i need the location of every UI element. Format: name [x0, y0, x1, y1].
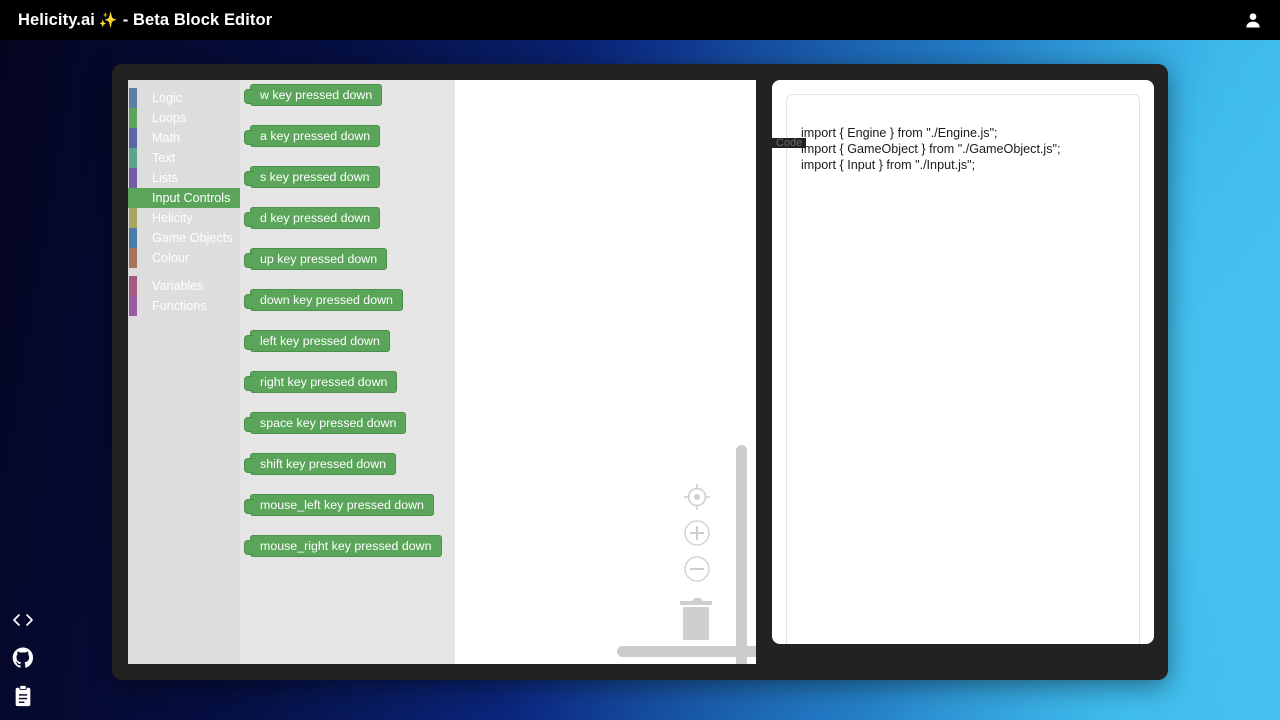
toolbox-category-label: Input Controls — [152, 191, 231, 205]
toolbox-category-label: Math — [152, 131, 180, 145]
app-title: Helicity.ai ✨ - Beta Block Editor — [18, 11, 272, 30]
app-title-main: Helicity.ai — [18, 10, 95, 29]
zoom-out-icon[interactable] — [680, 552, 714, 586]
github-icon[interactable] — [11, 646, 35, 670]
flyout-block-label: w key pressed down — [260, 88, 373, 102]
flyout-block[interactable]: s key pressed down — [244, 166, 380, 188]
blockly-toolbox[interactable]: Logic Loops Math Text Lists Input Controls Hel… — [128, 80, 240, 664]
sparkle-icon: ✨ — [98, 12, 118, 29]
editor-window: Logic Loops Math Text Lists Input Controls Hel… — [112, 64, 1168, 680]
flyout-block-label: mouse_left key pressed down — [260, 498, 424, 512]
toolbox-category-label: Text — [152, 151, 176, 165]
code-panel-legend: Code — [772, 138, 807, 148]
zoom-controls — [680, 480, 714, 588]
code-card[interactable]: import { Engine } from "./Engine.js"; im… — [786, 94, 1140, 644]
toolbox-category-label: Variables — [152, 279, 204, 293]
category-color-swatch — [129, 296, 137, 316]
flyout-block-label: down key pressed down — [260, 293, 393, 307]
category-color-swatch — [129, 148, 137, 168]
flyout-block[interactable]: right key pressed down — [243, 371, 398, 393]
flyout-block[interactable]: shift key pressed down — [243, 453, 397, 475]
toolbox-category-game-objects[interactable]: Game Objects — [128, 228, 240, 248]
flyout-block-label: left key pressed down — [260, 334, 380, 348]
zoom-in-icon[interactable] — [680, 516, 714, 550]
category-color-swatch — [129, 228, 137, 248]
flyout-block[interactable]: a key pressed down — [243, 125, 381, 147]
flyout-block-label: mouse_right key pressed down — [260, 539, 432, 553]
toolbox-category-helicity[interactable]: Helicity — [128, 208, 240, 228]
toolbox-category-label: Lists — [152, 171, 178, 185]
toolbox-category-label: Colour — [152, 251, 190, 265]
top-bar: Helicity.ai ✨ - Beta Block Editor — [0, 0, 1280, 40]
app-title-subtitle: - Beta Block Editor — [122, 10, 273, 29]
clipboard-icon[interactable] — [11, 684, 35, 708]
category-color-swatch — [129, 168, 137, 188]
blockly-canvas[interactable] — [455, 80, 756, 664]
icon-rail — [10, 608, 36, 708]
toolbox-separator — [128, 268, 240, 276]
flyout-block[interactable]: d key pressed down — [243, 207, 381, 229]
blockly-flyout[interactable]: w key pressed down a key pressed down s ke… — [240, 80, 455, 664]
flyout-block-label: a key pressed down — [260, 129, 371, 143]
category-color-swatch — [129, 128, 137, 148]
flyout-block-label: shift key pressed down — [260, 457, 387, 471]
toolbox-category-functions[interactable]: Functions — [128, 296, 240, 316]
category-color-swatch — [129, 208, 137, 228]
code-brackets-icon[interactable] — [11, 608, 35, 632]
flyout-block[interactable]: left key pressed down — [244, 330, 390, 352]
category-color-swatch — [129, 248, 137, 268]
flyout-block[interactable]: down key pressed down — [244, 289, 403, 311]
flyout-block[interactable]: up key pressed down — [243, 248, 388, 270]
canvas-vertical-scrollbar[interactable] — [736, 445, 747, 664]
toolbox-category-input-controls[interactable]: Input Controls — [128, 188, 240, 208]
toolbox-category-logic[interactable]: Logic — [128, 88, 240, 108]
blockly-workspace[interactable]: Logic Loops Math Text Lists Input Controls Hel… — [128, 80, 756, 664]
toolbox-category-label: Helicity — [152, 211, 193, 225]
flyout-block[interactable]: mouse_right key pressed down — [244, 535, 442, 557]
category-color-swatch — [129, 108, 137, 128]
category-color-swatch — [129, 276, 137, 296]
flyout-block-label: up key pressed down — [260, 252, 378, 266]
toolbox-category-colour[interactable]: Colour — [128, 248, 240, 268]
flyout-block-label: d key pressed down — [260, 211, 371, 225]
toolbox-category-label: Loops — [152, 111, 187, 125]
toolbox-category-label: Functions — [152, 299, 207, 313]
person-icon[interactable] — [1240, 7, 1266, 33]
center-workspace-icon[interactable] — [680, 480, 714, 514]
toolbox-category-text[interactable]: Text — [128, 148, 240, 168]
trash-icon[interactable] — [672, 594, 720, 644]
toolbox-category-math[interactable]: Math — [128, 128, 240, 148]
toolbox-category-loops[interactable]: Loops — [128, 108, 240, 128]
generated-code-text: import { Engine } from "./Engine.js"; im… — [801, 126, 1061, 172]
toolbox-category-label: Logic — [152, 91, 183, 105]
toolbox-category-variables[interactable]: Variables — [128, 276, 240, 296]
toolbox-category-lists[interactable]: Lists — [128, 168, 240, 188]
category-color-swatch — [129, 88, 137, 108]
flyout-block-label: s key pressed down — [260, 170, 370, 184]
flyout-block-label: space key pressed down — [260, 416, 397, 430]
canvas-horizontal-scrollbar[interactable] — [617, 646, 756, 657]
code-panel: import { Engine } from "./Engine.js"; im… — [772, 80, 1154, 644]
flyout-block[interactable]: mouse_left key pressed down — [244, 494, 434, 516]
flyout-block[interactable]: space key pressed down — [243, 412, 407, 434]
toolbox-category-label: Game Objects — [152, 231, 233, 245]
flyout-block[interactable]: w key pressed down — [243, 84, 383, 106]
category-color-swatch — [129, 188, 137, 208]
flyout-block-label: right key pressed down — [260, 375, 388, 389]
